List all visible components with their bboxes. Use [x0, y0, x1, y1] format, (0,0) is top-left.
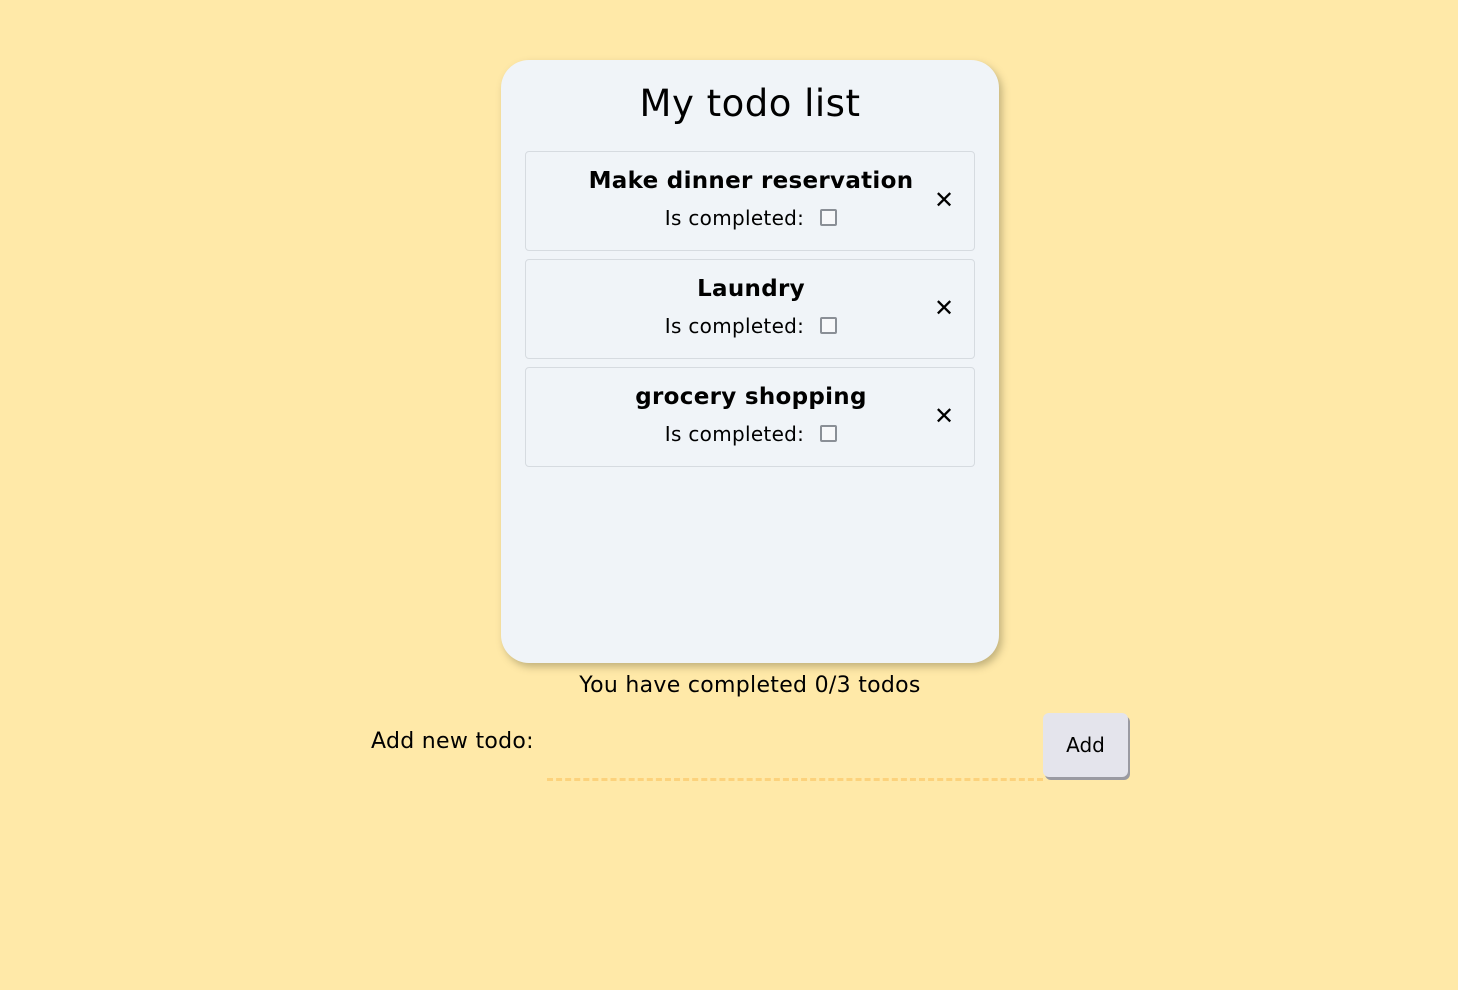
todo-item: Laundry Is completed: ✕ [525, 259, 975, 359]
todo-list: Make dinner reservation Is completed: ✕ … [525, 151, 975, 475]
close-icon[interactable]: ✕ [932, 402, 956, 430]
todo-text: grocery shopping [635, 384, 867, 410]
close-icon[interactable]: ✕ [932, 294, 956, 322]
todo-item: Make dinner reservation Is completed: ✕ [525, 151, 975, 251]
add-todo-form: Add new todo: Add [371, 713, 1131, 783]
add-todo-label: Add new todo: [371, 729, 534, 754]
todo-text: Make dinner reservation [588, 168, 914, 194]
page-title: My todo list [639, 82, 861, 125]
completion-summary: You have completed 0/3 todos [579, 673, 921, 698]
todo-status: Is completed: [526, 312, 976, 338]
todo-item: grocery shopping Is completed: ✕ [525, 367, 975, 467]
completed-label: Is completed: [664, 205, 805, 230]
todo-text: Laundry [697, 276, 805, 302]
todo-status: Is completed: [526, 420, 976, 446]
new-todo-input[interactable] [547, 723, 1043, 781]
completed-checkbox[interactable] [820, 209, 838, 226]
completed-checkbox[interactable] [820, 317, 838, 334]
completed-checkbox[interactable] [820, 425, 838, 442]
add-button[interactable]: Add [1043, 713, 1128, 777]
todo-card: My todo list Make dinner reservation Is … [501, 60, 999, 663]
completed-label: Is completed: [664, 313, 805, 338]
page: My todo list Make dinner reservation Is … [0, 0, 1458, 990]
todo-status: Is completed: [526, 204, 976, 230]
completed-label: Is completed: [664, 421, 805, 446]
close-icon[interactable]: ✕ [932, 186, 956, 214]
